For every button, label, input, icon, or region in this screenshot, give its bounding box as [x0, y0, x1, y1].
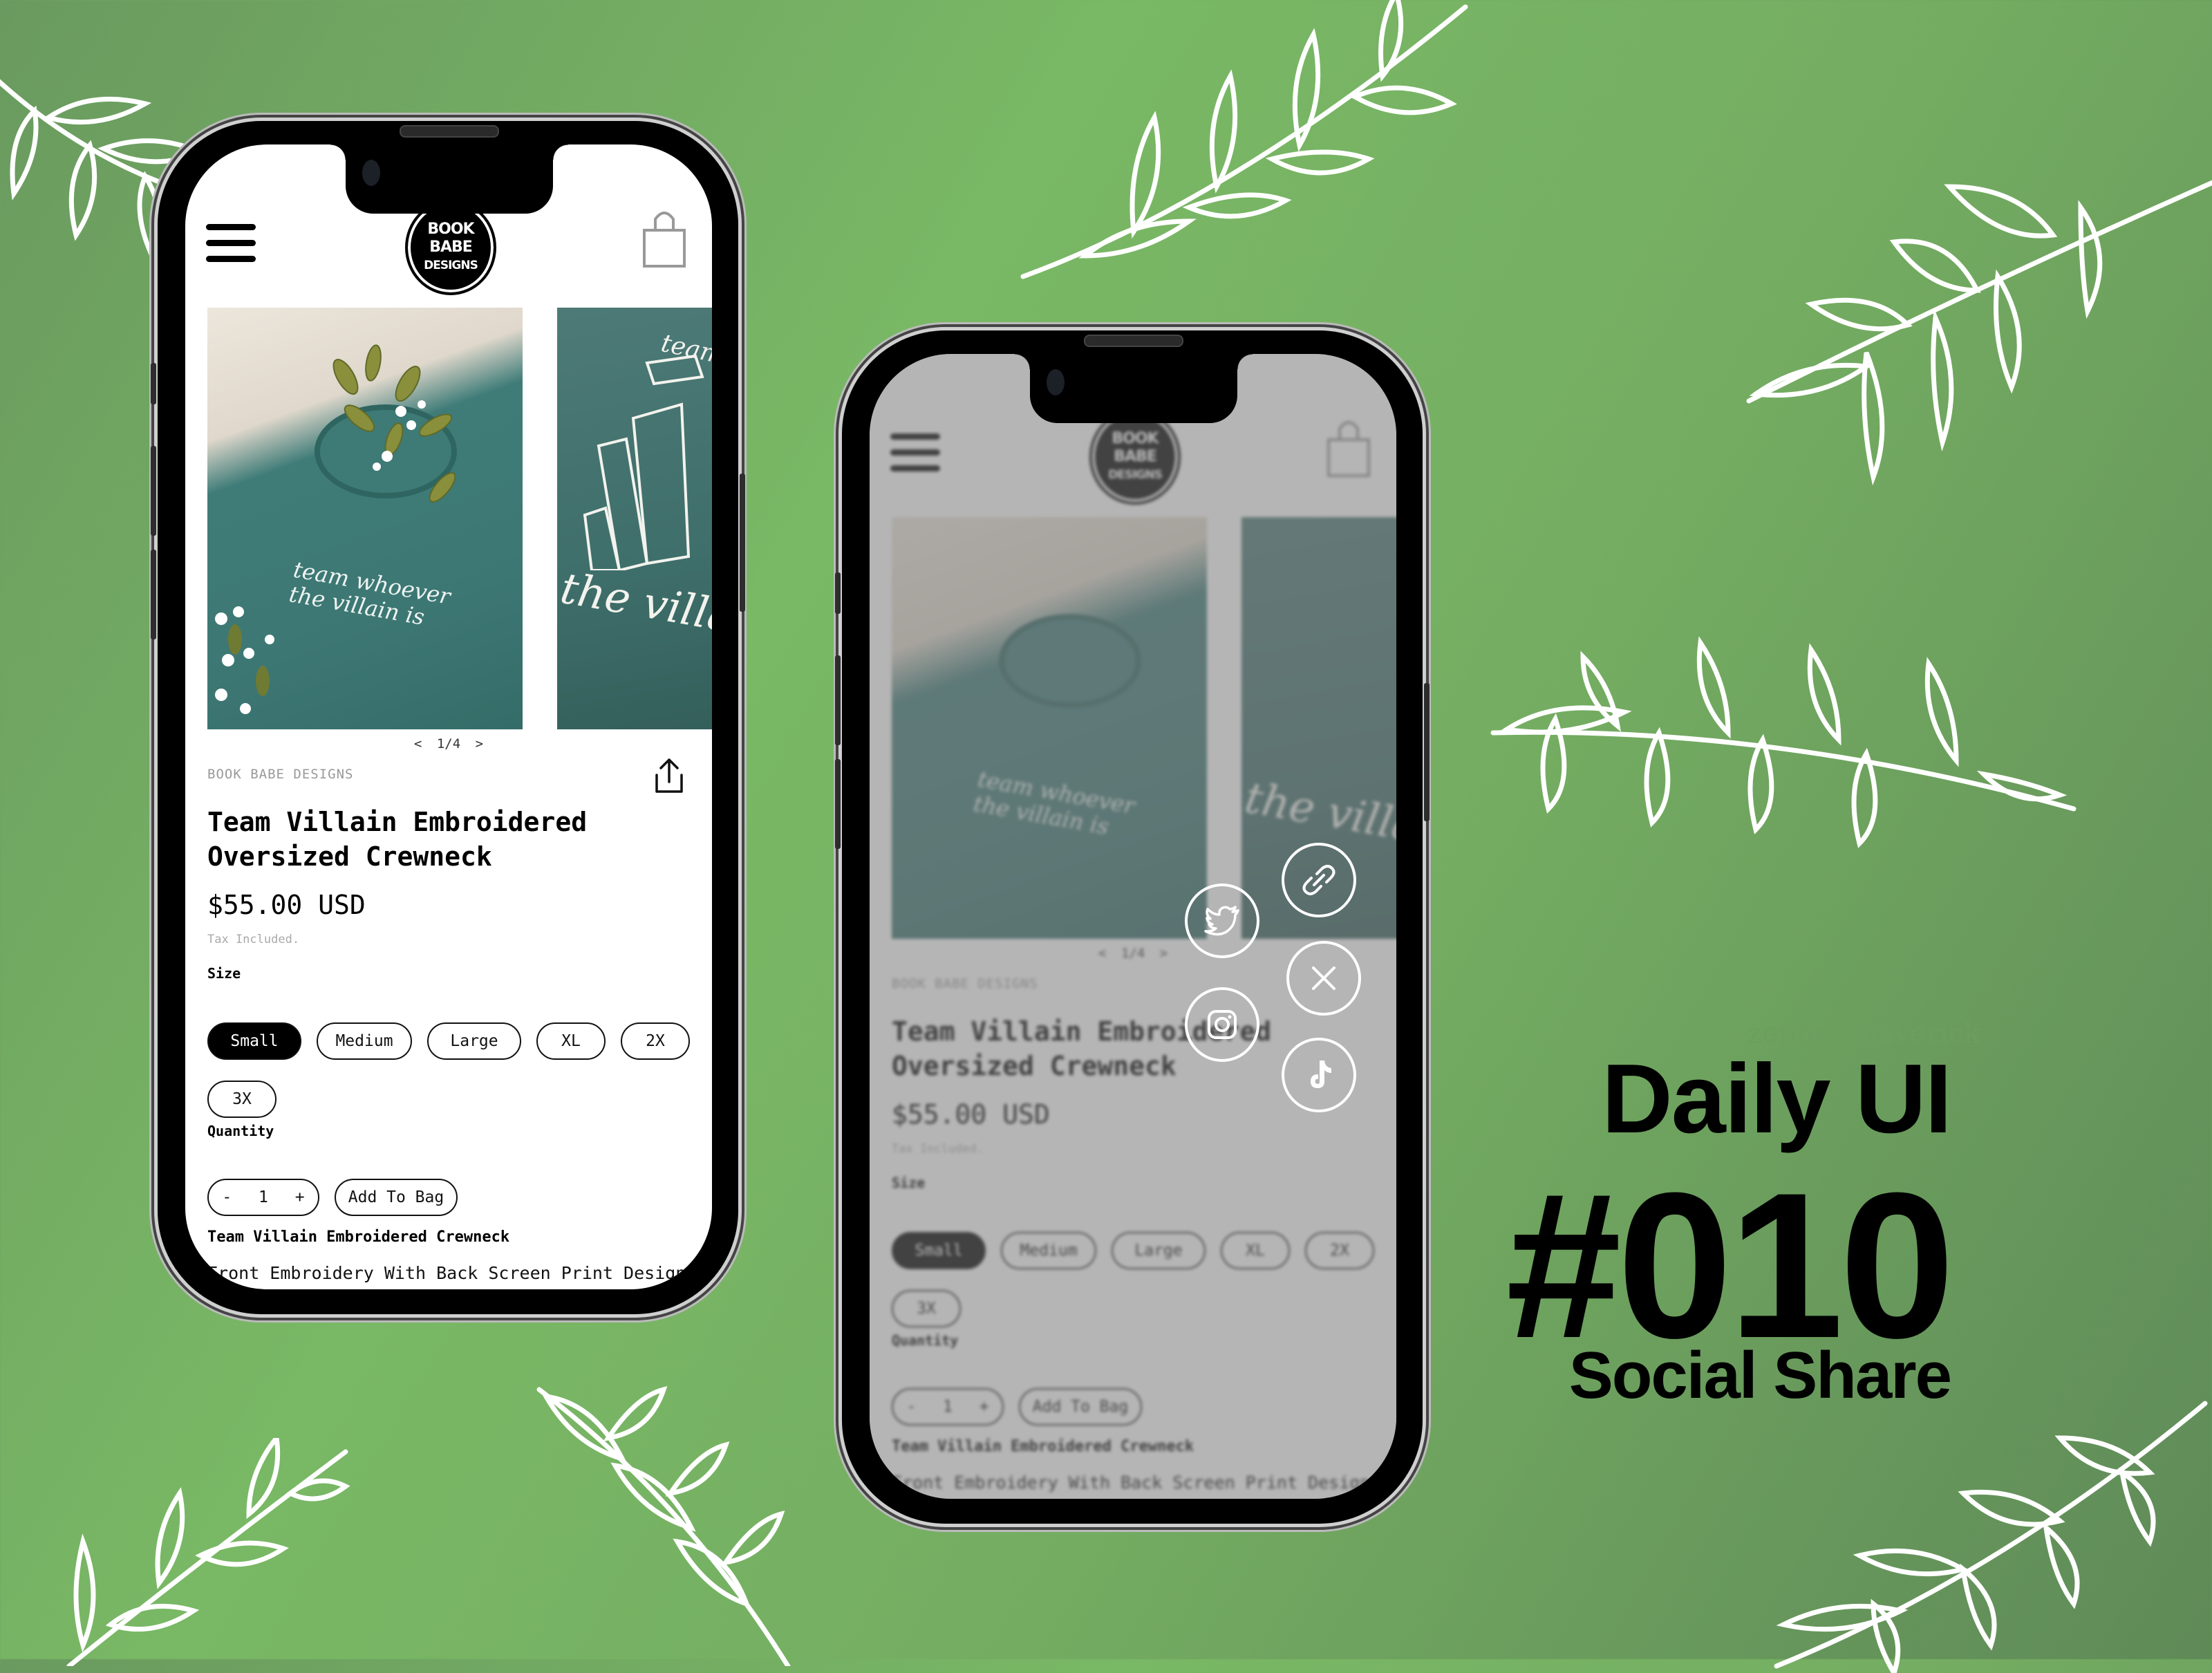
quantity-value[interactable]: 1: [259, 1188, 268, 1206]
front-camera: [1047, 369, 1065, 395]
phone-side-button: [1424, 683, 1430, 821]
leaf-sprig-decoration: [1774, 1401, 2208, 1673]
quantity-increment-button[interactable]: +: [295, 1188, 305, 1206]
phone-side-button: [151, 446, 156, 536]
leaf-sprig-decoration: [1746, 180, 2212, 486]
size-option-xl[interactable]: XL: [536, 1022, 606, 1060]
tiktok-share-button[interactable]: [1282, 1038, 1356, 1112]
phone-notch: [330, 144, 568, 214]
tiktok-icon: [1311, 1060, 1331, 1088]
quantity-label: Quantity: [207, 1123, 274, 1139]
tax-note: Tax Included.: [207, 933, 300, 946]
pager-next-button[interactable]: >: [476, 736, 483, 751]
add-to-bag-button[interactable]: Add To Bag: [335, 1179, 458, 1216]
phone-share-overlay: BOOK BABE DESIGNS team whoever the villa…: [835, 330, 1430, 1524]
phone-side-button: [835, 572, 841, 614]
phone-side-button: [151, 550, 156, 639]
leaf-sprig-decoration: [66, 1438, 350, 1666]
pager-prev-button[interactable]: <: [414, 736, 422, 751]
twitter-share-button[interactable]: [1185, 884, 1259, 958]
close-share-button[interactable]: [1286, 941, 1361, 1016]
share-upload-icon[interactable]: [653, 757, 686, 796]
product-price: $55.00 USD: [207, 890, 366, 920]
size-option-medium[interactable]: Medium: [317, 1022, 412, 1060]
shopping-bag-icon[interactable]: [641, 207, 687, 269]
brand-name: BOOK BABE DESIGNS: [207, 767, 354, 782]
share-overlay-dim[interactable]: [870, 354, 1396, 1499]
phone-side-button: [835, 759, 841, 849]
close-x-icon: [1312, 966, 1335, 990]
twitter-bird-icon: [1204, 906, 1239, 936]
logo-text: BABE: [429, 239, 473, 256]
greenery-decoration: [332, 344, 456, 503]
pager-count: 1/4: [436, 736, 461, 751]
phone-side-button: [740, 474, 745, 612]
phone-speaker: [1084, 335, 1183, 347]
challenge-subtitle: Social Share: [1568, 1338, 1952, 1412]
quantity-stepper[interactable]: - 1 +: [207, 1179, 319, 1216]
instagram-icon: [1208, 1010, 1237, 1039]
link-icon: [1302, 865, 1335, 895]
leaf-sprig-decoration: [1020, 0, 1468, 279]
title-line: Oversized Crewneck: [207, 841, 492, 872]
phone-notch: [1015, 354, 1253, 423]
description-text: Front Embroidery With Back Screen Print …: [207, 1263, 686, 1283]
leaf-sprig-decoration: [1490, 636, 2077, 848]
description-title: Team Villain Embroidered Crewneck: [207, 1228, 510, 1246]
title-line: Team Villain Embroidered: [207, 807, 588, 837]
flowers-decoration: [215, 606, 274, 714]
size-option-2x[interactable]: 2X: [621, 1022, 690, 1060]
size-option-large[interactable]: Large: [427, 1022, 521, 1060]
size-label: Size: [207, 965, 241, 982]
series-title: Daily UI: [1602, 1044, 1952, 1154]
phone-side-button: [151, 363, 156, 404]
front-camera: [362, 160, 380, 186]
product-photo-back[interactable]: team the villa: [557, 308, 712, 729]
product-screen: BOOK BABE DESIGNS team whoever the villa…: [185, 144, 712, 1289]
phone-product-page: BOOK BABE DESIGNS team whoever the villa…: [151, 121, 745, 1314]
brand-logo[interactable]: BOOK BABE DESIGNS: [405, 200, 496, 295]
size-option-small[interactable]: Small: [207, 1022, 301, 1060]
phone-speaker: [400, 125, 499, 138]
quantity-decrement-button[interactable]: -: [222, 1188, 232, 1206]
instagram-share-button[interactable]: [1185, 987, 1259, 1062]
book-illustration: [583, 354, 704, 570]
shirt-embroidery-text: team whoever the villain is: [287, 557, 452, 634]
phone-side-button: [835, 655, 841, 745]
product-photo-front[interactable]: team whoever the villain is: [207, 308, 523, 729]
copy-link-button[interactable]: [1282, 843, 1356, 917]
size-option-3x[interactable]: 3X: [207, 1081, 276, 1118]
gallery-pager: < 1/4 >: [185, 736, 712, 751]
print-text: the villa: [557, 562, 712, 643]
hamburger-menu-icon[interactable]: [206, 224, 256, 272]
product-title: Team Villain Embroidered Oversized Crewn…: [207, 805, 691, 874]
logo-text: DESIGNS: [424, 259, 478, 272]
logo-text: BOOK: [427, 221, 474, 238]
leaf-sprig-decoration: [536, 1386, 791, 1666]
share-screen: BOOK BABE DESIGNS team whoever the villa…: [870, 354, 1396, 1499]
